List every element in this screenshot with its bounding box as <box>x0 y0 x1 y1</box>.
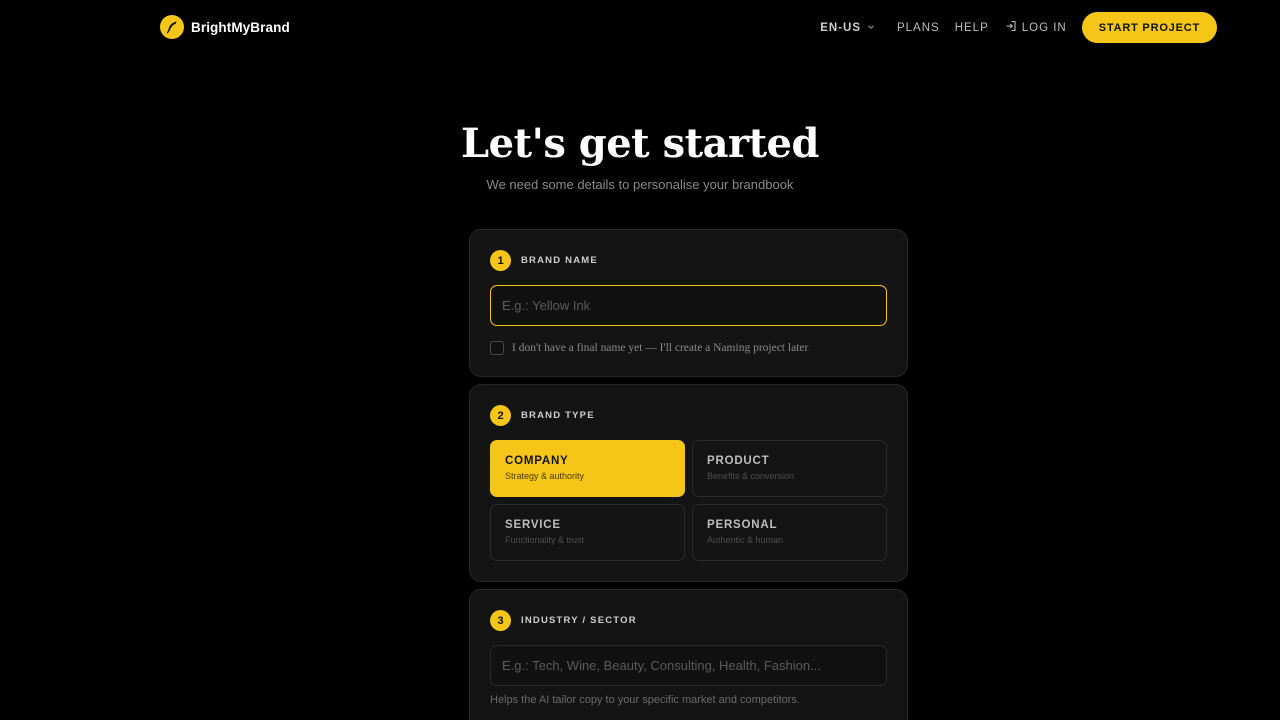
step-label: BRAND TYPE <box>521 410 595 421</box>
brand-name: BrightMyBrand <box>191 19 290 35</box>
option-title: COMPANY <box>505 455 569 467</box>
option-title: PRODUCT <box>707 455 770 467</box>
step-header: 1 BRAND NAME <box>490 250 598 271</box>
step-number-badge: 2 <box>490 405 511 426</box>
step-label: INDUSTRY / SECTOR <box>521 615 637 626</box>
nav-link-plans[interactable]: PLANS <box>897 22 940 34</box>
brand-name-card: 1 BRAND NAME I don't have a final name y… <box>469 229 908 377</box>
option-title: SERVICE <box>505 519 561 531</box>
option-title: PERSONAL <box>707 519 778 531</box>
no-name-checkbox[interactable] <box>490 341 504 355</box>
brand-type-option-product[interactable]: PRODUCT Benefits & conversion <box>692 440 887 497</box>
brand-type-card: 2 BRAND TYPE COMPANY Strategy & authorit… <box>469 384 908 582</box>
page-title: Let's get started <box>461 120 819 167</box>
brand-type-options: COMPANY Strategy & authority PRODUCT Ben… <box>490 440 887 561</box>
feather-icon <box>160 15 184 39</box>
top-navigation: BrightMyBrand EN-US PLANS HELP LOG IN ST… <box>0 0 1280 56</box>
chevron-down-icon <box>867 22 875 34</box>
no-name-checkbox-row[interactable]: I don't have a final name yet — I'll cre… <box>490 341 808 355</box>
brand-name-input[interactable] <box>490 285 887 326</box>
step-number-badge: 3 <box>490 610 511 631</box>
login-link[interactable]: LOG IN <box>1005 20 1067 35</box>
step-header: 3 INDUSTRY / SECTOR <box>490 610 637 631</box>
industry-card: 3 INDUSTRY / SECTOR Helps the AI tailor … <box>469 589 908 720</box>
brand-type-option-company[interactable]: COMPANY Strategy & authority <box>490 440 685 497</box>
page-subtitle: We need some details to personalise your… <box>486 177 794 192</box>
option-description: Authentic & human <box>707 535 784 545</box>
language-label: EN-US <box>820 21 861 34</box>
step-number-badge: 1 <box>490 250 511 271</box>
brand-type-option-service[interactable]: SERVICE Functionality & trust <box>490 504 685 561</box>
step-label: BRAND NAME <box>521 255 598 266</box>
start-project-button[interactable]: START PROJECT <box>1081 12 1217 43</box>
no-name-checkbox-label: I don't have a final name yet — I'll cre… <box>512 342 809 354</box>
industry-helper-text: Helps the AI tailor copy to your specifi… <box>490 694 800 706</box>
step-header: 2 BRAND TYPE <box>490 405 595 426</box>
login-arrow-icon <box>1005 20 1017 35</box>
login-label: LOG IN <box>1021 21 1067 34</box>
brand-type-option-personal[interactable]: PERSONAL Authentic & human <box>692 504 887 561</box>
industry-input[interactable] <box>490 645 887 686</box>
brand-logo[interactable]: BrightMyBrand <box>160 15 290 39</box>
main-nav: EN-US PLANS HELP LOG IN START PROJECT <box>820 12 1217 43</box>
option-description: Strategy & authority <box>505 471 585 481</box>
option-description: Functionality & trust <box>505 535 585 545</box>
option-description: Benefits & conversion <box>707 471 795 481</box>
language-selector[interactable]: EN-US <box>820 22 875 34</box>
nav-link-help[interactable]: HELP <box>955 22 989 34</box>
